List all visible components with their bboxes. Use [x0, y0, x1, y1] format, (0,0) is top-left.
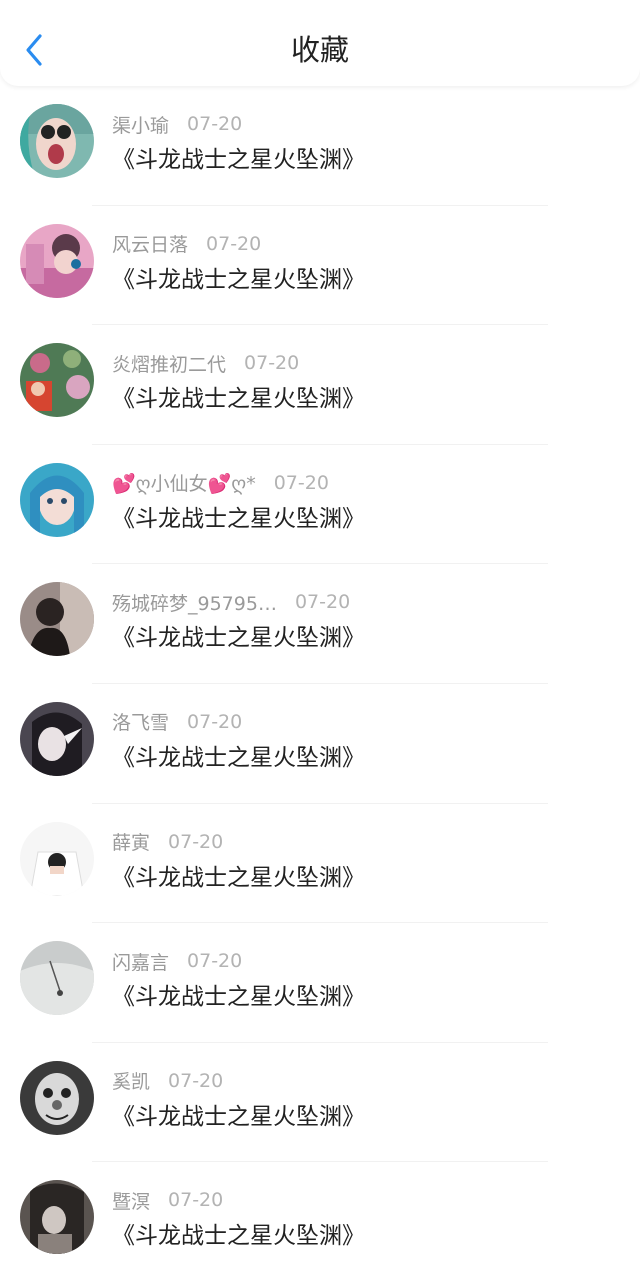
avatar[interactable]	[20, 1060, 94, 1135]
user-name[interactable]: 渠小瑜	[112, 111, 169, 138]
item-meta: 渠小瑜 07-20	[112, 110, 242, 138]
work-title[interactable]: 《斗龙战士之星火坠渊》	[112, 981, 365, 1013]
item-date: 07-20	[206, 232, 262, 255]
avatar[interactable]	[20, 941, 94, 1016]
list-item[interactable]: 殇城碎梦_95795… 07-20 《斗龙战士之星火坠渊》	[0, 564, 640, 684]
item-meta: 洛飞雪 07-20	[112, 708, 242, 736]
work-title[interactable]: 《斗龙战士之星火坠渊》	[112, 622, 365, 654]
work-title[interactable]: 《斗龙战士之星火坠渊》	[112, 862, 365, 894]
top-bar: 收藏	[0, 0, 640, 86]
avatar[interactable]	[20, 343, 94, 418]
list-item[interactable]: 薛寅 07-20 《斗龙战士之星火坠渊》	[0, 804, 640, 924]
item-date: 07-20	[294, 591, 351, 614]
work-title[interactable]: 《斗龙战士之星火坠渊》	[112, 1101, 365, 1133]
user-name[interactable]: 洛飞雪	[112, 708, 169, 735]
avatar[interactable]	[20, 104, 94, 178]
item-meta: 💕ღ小仙女💕ღ* 07-20	[112, 469, 329, 497]
work-title[interactable]: 《斗龙战士之星火坠渊》	[112, 264, 365, 296]
item-date: 07-20	[168, 1189, 224, 1212]
item-meta: 殇城碎梦_95795… 07-20	[112, 588, 350, 616]
avatar[interactable]	[20, 462, 94, 537]
list-item[interactable]: 炎熠推初二代 07-20 《斗龙战士之星火坠渊》	[0, 325, 640, 445]
avatar[interactable]	[20, 223, 94, 298]
item-meta: 暨溟 07-20	[112, 1186, 223, 1214]
list-item[interactable]: 渠小瑜 07-20 《斗龙战士之星火坠渊》	[0, 86, 640, 206]
item-date: 07-20	[168, 1069, 224, 1092]
work-title[interactable]: 《斗龙战士之星火坠渊》	[112, 742, 365, 774]
list-item[interactable]: 风云日落 07-20 《斗龙战士之星火坠渊》	[0, 206, 640, 326]
item-meta: 奚凯 07-20	[112, 1067, 223, 1095]
user-name[interactable]: 💕ღ小仙女💕ღ*	[112, 469, 256, 496]
work-title[interactable]: 《斗龙战士之星火坠渊》	[112, 1220, 365, 1252]
work-title[interactable]: 《斗龙战士之星火坠渊》	[112, 383, 365, 415]
favorites-list: 渠小瑜 07-20 《斗龙战士之星火坠渊》 风云日落 07-20 《斗龙战士之星…	[0, 86, 640, 1282]
item-meta: 薛寅 07-20	[112, 828, 223, 856]
item-meta: 炎熠推初二代 07-20	[112, 349, 299, 377]
user-name[interactable]: 风云日落	[112, 230, 188, 257]
user-name[interactable]: 薛寅	[112, 828, 150, 855]
user-name[interactable]: 闪嘉言	[112, 948, 169, 975]
list-item[interactable]: 洛飞雪 07-20 《斗龙战士之星火坠渊》	[0, 684, 640, 804]
item-date: 07-20	[187, 950, 243, 973]
list-item[interactable]: 💕ღ小仙女💕ღ* 07-20 《斗龙战士之星火坠渊》	[0, 445, 640, 565]
avatar[interactable]	[20, 701, 94, 776]
user-name[interactable]: 暨溟	[112, 1187, 150, 1214]
item-date: 07-20	[244, 352, 300, 375]
item-meta: 闪嘉言 07-20	[112, 947, 242, 975]
list-item[interactable]: 奚凯 07-20 《斗龙战士之星火坠渊》	[0, 1043, 640, 1163]
user-name[interactable]: 殇城碎梦_95795…	[112, 589, 277, 616]
work-title[interactable]: 《斗龙战士之星火坠渊》	[112, 503, 365, 535]
user-name[interactable]: 奚凯	[112, 1067, 150, 1094]
avatar[interactable]	[20, 582, 94, 657]
item-date: 07-20	[273, 471, 329, 494]
item-date: 07-20	[168, 830, 224, 853]
avatar[interactable]	[20, 1180, 94, 1255]
list-item[interactable]: 闪嘉言 07-20 《斗龙战士之星火坠渊》	[0, 923, 640, 1043]
item-date: 07-20	[187, 710, 243, 733]
page-title: 收藏	[290, 33, 349, 67]
avatar[interactable]	[20, 821, 94, 896]
work-title[interactable]: 《斗龙战士之星火坠渊》	[112, 144, 365, 176]
item-meta: 风云日落 07-20	[112, 230, 261, 258]
user-name[interactable]: 炎熠推初二代	[112, 350, 226, 377]
item-date: 07-20	[187, 113, 243, 135]
